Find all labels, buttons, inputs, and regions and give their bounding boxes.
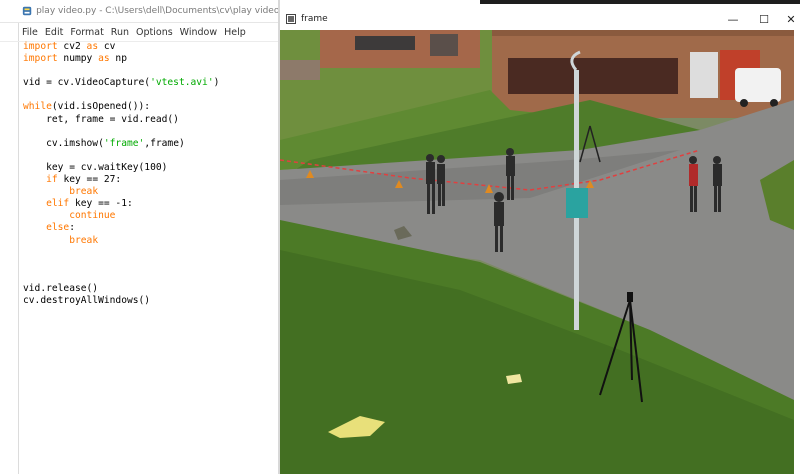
code-line: key = cv.waitKey(100)	[23, 162, 278, 174]
code-line: continue	[23, 210, 278, 222]
code-line: cv.destroyAllWindows()	[23, 295, 278, 307]
close-button[interactable]: ✕	[776, 10, 800, 28]
code-token: :	[69, 222, 75, 234]
code-token: elif	[46, 198, 70, 210]
code-token: as	[86, 41, 99, 52]
code-token: )	[213, 77, 220, 89]
code-token: continue	[69, 210, 116, 222]
code-token: cv.destroyAllWindows()	[23, 294, 151, 306]
code-token: import	[23, 53, 58, 65]
code-line: cv.imshow('frame',frame)	[23, 138, 278, 150]
code-token: 'frame'	[103, 137, 145, 149]
maximize-button[interactable]: ☐	[749, 10, 779, 28]
code-line: else:	[23, 222, 278, 234]
code-line: if key == 27:	[23, 174, 278, 186]
code-token: as	[98, 53, 110, 65]
editor-titlebar[interactable]: play video.py - C:\Users\dell\Documents\…	[0, 0, 280, 23]
code-token: 'vtest.avi'	[150, 77, 214, 89]
code-token: while	[23, 101, 52, 113]
frame-title: frame	[301, 14, 328, 24]
menu-run[interactable]: Run	[111, 27, 129, 38]
menu-window[interactable]: Window	[180, 27, 217, 38]
code-token: key == 27:	[57, 174, 122, 186]
code-line: elif key == -1:	[23, 198, 278, 210]
editor-title: play video.py - C:\Users\dell\Documents\…	[36, 6, 280, 16]
code-token: break	[69, 234, 99, 246]
video-scene	[280, 30, 794, 474]
code-line: import cv2 as cv	[23, 41, 278, 53]
code-token: (vid.isOpened()):	[51, 101, 151, 113]
editor-menubar: File Edit Format Run Options Window Help	[0, 23, 280, 42]
code-token: vid = cv.VideoCapture(	[23, 77, 151, 89]
code-token: np	[109, 53, 127, 65]
code-token: key == -1:	[69, 198, 133, 210]
code-token: if	[46, 174, 58, 186]
code-token: import	[23, 41, 58, 52]
code-token: ,frame)	[144, 137, 185, 149]
python-idle-icon	[22, 6, 32, 16]
code-line: break	[23, 186, 278, 198]
code-line: while(vid.isOpened()):	[23, 101, 278, 113]
code-line: break	[23, 235, 278, 247]
code-editor-area[interactable]: import cv2 as cv import numpy as np vid = …	[23, 41, 278, 471]
code-token: cv	[98, 41, 116, 52]
code-line: vid.release()	[23, 283, 278, 295]
code-token: cv.imshow(	[23, 137, 104, 149]
menu-file[interactable]: File	[22, 27, 38, 38]
line-gutter-divider	[18, 0, 19, 474]
video-frame-image	[280, 30, 794, 474]
code-token: key = cv.waitKey(100)	[23, 161, 168, 173]
minimize-button[interactable]: —	[718, 10, 748, 28]
code-line: vid = cv.VideoCapture('vtest.avi')	[23, 77, 278, 89]
menu-options[interactable]: Options	[136, 27, 173, 38]
menu-help[interactable]: Help	[224, 27, 246, 38]
window-icon	[286, 14, 296, 24]
white-van	[735, 68, 781, 102]
code-token: vid.release()	[23, 282, 99, 294]
background-window-strip	[280, 0, 800, 8]
frame-titlebar[interactable]: frame — ☐ ✕	[280, 8, 800, 30]
menu-edit[interactable]: Edit	[45, 27, 63, 38]
code-token: break	[69, 186, 99, 198]
frame-window[interactable]: frame — ☐ ✕	[280, 8, 800, 474]
code-line: import numpy as np	[23, 53, 278, 65]
idle-editor-window[interactable]: play video.py - C:\Users\dell\Documents\…	[0, 0, 280, 474]
code-token: ret, frame = vid.read()	[23, 113, 179, 125]
code-token: cv2	[57, 41, 87, 52]
code-token: else	[46, 222, 70, 234]
code-line: ret, frame = vid.read()	[23, 114, 278, 126]
menu-format[interactable]: Format	[70, 27, 103, 38]
code-token: numpy	[57, 53, 99, 65]
